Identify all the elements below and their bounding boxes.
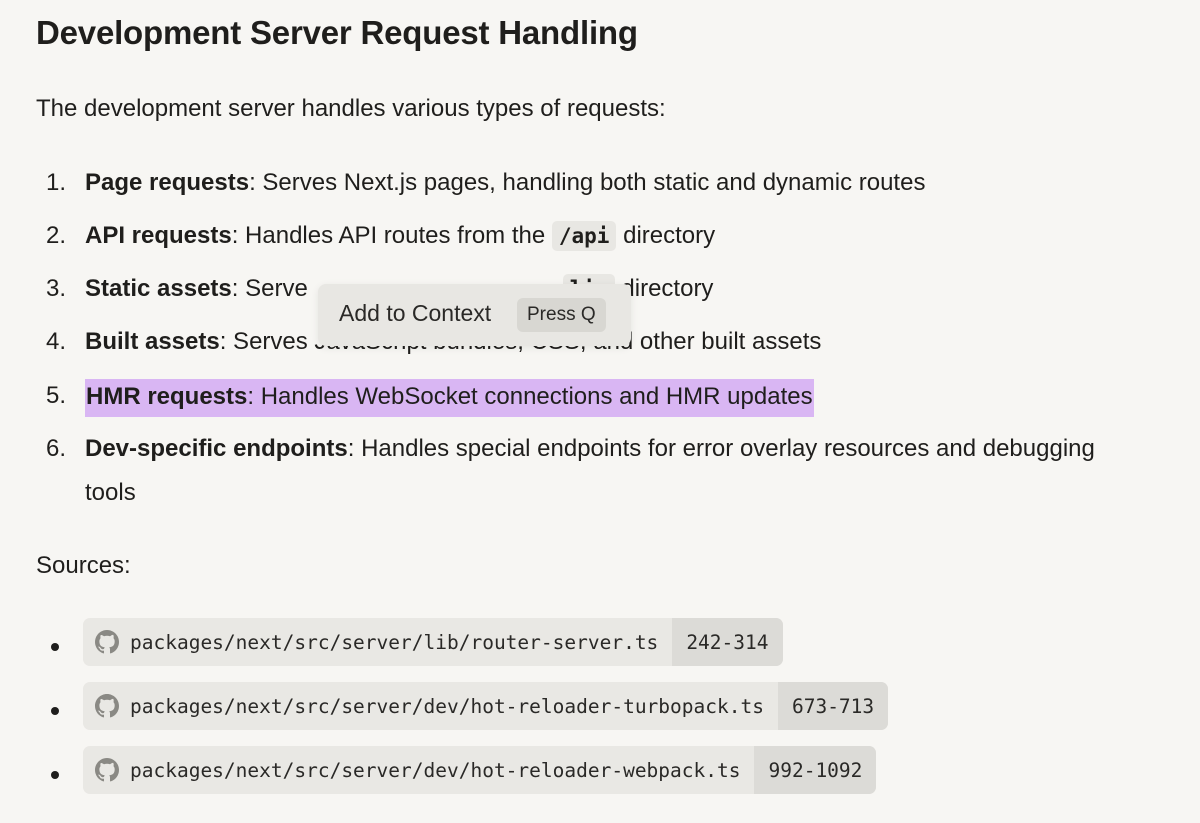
list-item-text: : Handles special endpoints for error ov… xyxy=(347,435,1095,462)
github-icon xyxy=(95,630,119,654)
sources-label: Sources: xyxy=(36,552,131,579)
bullet xyxy=(51,643,59,651)
source-link[interactable]: packages/next/src/server/dev/hot-reloade… xyxy=(83,746,877,794)
list-item-number: 3. xyxy=(46,275,67,302)
list-item-title: HMR requests xyxy=(86,383,248,410)
source-link[interactable]: packages/next/src/server/lib/router-serv… xyxy=(83,618,783,666)
list-item-number: 4. xyxy=(46,328,67,355)
list-item-title: API requests xyxy=(85,222,232,249)
list-item-text: : Serves Next.js pages, handling both st… xyxy=(249,169,926,196)
list-item-title: Static assets xyxy=(85,275,232,302)
inline-code: /api xyxy=(551,221,617,251)
list-item-title: Page requests xyxy=(85,169,250,196)
list-item-number: 1. xyxy=(46,169,67,196)
selected-text-highlight[interactable]: HMR requests: Handles WebSocket connecti… xyxy=(85,379,814,417)
list-item-title: Dev-specific endpoints xyxy=(85,435,348,462)
source-line-range: 992-1092 xyxy=(754,746,877,794)
bullet xyxy=(51,771,59,779)
source-path: packages/next/src/server/dev/hot-reloade… xyxy=(130,694,764,718)
source-path: packages/next/src/server/lib/router-serv… xyxy=(130,630,659,654)
source-line-range: 242-314 xyxy=(672,618,783,666)
list-item-text: : Serve xyxy=(231,275,308,302)
github-icon xyxy=(95,694,119,718)
source-link[interactable]: packages/next/src/server/dev/hot-reloade… xyxy=(83,682,889,730)
list-item-text-wrap: tools xyxy=(85,479,136,506)
list-item-number: 2. xyxy=(46,222,67,249)
list-item-text: : Handles API routes from the xyxy=(231,222,552,249)
bullet xyxy=(51,707,59,715)
shortcut-hint: Press Q xyxy=(517,298,606,332)
intro-paragraph: The development server handles various t… xyxy=(36,95,666,122)
list-item-number: 6. xyxy=(46,435,67,462)
list-item-title: Built assets xyxy=(85,328,220,355)
add-to-context-popup[interactable]: Add to Context Press Q xyxy=(318,284,631,346)
list-item-text: directory xyxy=(616,222,716,249)
source-line-range: 673-713 xyxy=(777,682,889,730)
page-title: Development Server Request Handling xyxy=(36,14,638,51)
list-item-text: : Handles WebSocket connections and HMR … xyxy=(247,383,813,410)
list-item-number: 5. xyxy=(46,382,67,409)
source-path: packages/next/src/server/dev/hot-reloade… xyxy=(130,758,741,782)
add-to-context-button[interactable]: Add to Context xyxy=(339,300,491,327)
github-icon xyxy=(95,758,119,782)
